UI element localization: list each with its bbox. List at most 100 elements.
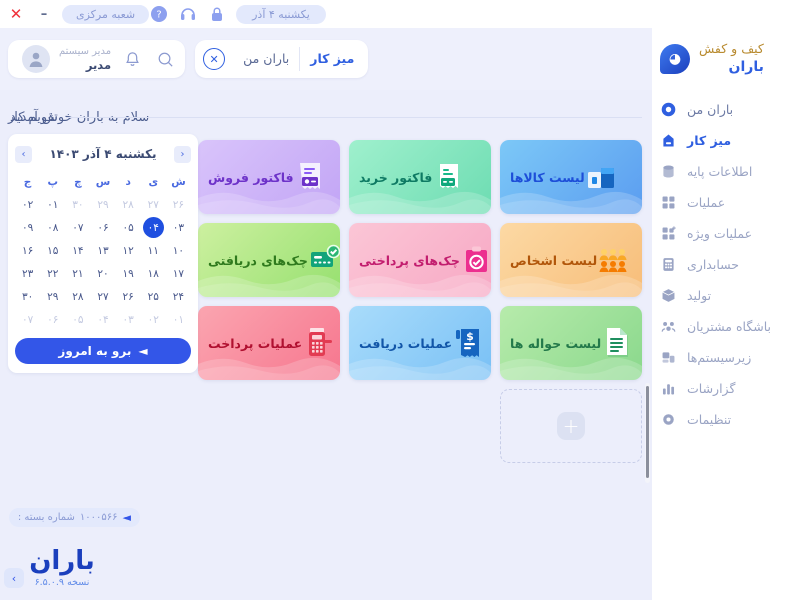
sidebar-item-3[interactable]: اطلاعات پایه — [652, 156, 800, 187]
dashboard-tile-4[interactable]: لیست اشخاص — [500, 223, 642, 297]
tile-label: لیست حواله ها — [510, 335, 602, 351]
calendar-day[interactable]: ۲۸ — [116, 194, 141, 215]
sidebar-item-8[interactable]: باشگاه مشتریان — [652, 311, 800, 342]
calendar-day[interactable]: ۰۳ — [116, 309, 141, 330]
calendar-day[interactable]: ۱۴ — [65, 240, 90, 261]
pos-icon — [302, 326, 336, 360]
svg-text:$: $ — [466, 330, 474, 343]
calendar-day[interactable]: ۲۲ — [40, 263, 65, 284]
calendar-day[interactable]: ۲۵ — [141, 286, 166, 307]
baran-drop-icon: ◕ — [660, 44, 690, 74]
scrollbar-thumb[interactable] — [646, 386, 649, 478]
calendar-day[interactable]: ۰۱ — [166, 309, 191, 330]
calendar-day[interactable]: ۱۰ — [166, 240, 191, 261]
sidebar-item-10[interactable]: گزارشات — [652, 373, 800, 404]
dashboard-tile-2[interactable]: فاکتور خرید — [349, 140, 491, 214]
sidebar-item-5[interactable]: عملیات ویژه — [652, 218, 800, 249]
add-tile-button[interactable]: + — [500, 389, 642, 463]
tab-close-button[interactable]: ✕ — [203, 48, 226, 70]
chevron-right-icon[interactable]: › — [4, 568, 24, 588]
calendar-prev-button[interactable]: ‹ — [174, 145, 191, 163]
calendar-day[interactable]: ۱۳ — [90, 240, 115, 261]
calendar-day[interactable]: ۰۲ — [141, 309, 166, 330]
calendar-day[interactable]: ۳۰ — [15, 286, 40, 307]
topbar: مدیر سیستم مدیر ✕ باران من میز کار — [0, 28, 652, 90]
calendar-divider — [65, 116, 198, 118]
sidebar-item-1[interactable]: باران من — [652, 94, 800, 125]
calendar-day[interactable]: ۰۵ — [65, 309, 90, 330]
calendar-day[interactable]: ۲۷ — [90, 286, 115, 307]
sidebar-item-2[interactable]: میز کار — [652, 125, 800, 156]
calendar-day[interactable]: ۰۹ — [15, 217, 40, 238]
sidebar-item-6[interactable]: حسابداری — [652, 249, 800, 280]
dashboard-tile-7[interactable]: لیست حواله ها — [500, 306, 642, 380]
calendar-day[interactable]: ۰۱ — [40, 194, 65, 215]
calendar-day[interactable]: ۱۸ — [141, 263, 166, 284]
calendar-day[interactable]: ۱۲ — [116, 240, 141, 261]
calendar-dow-1: ش — [171, 175, 186, 188]
calendar-day[interactable]: ۰۶ — [90, 217, 115, 238]
calendar-day[interactable]: ۳۰ — [65, 194, 90, 215]
calendar-day[interactable]: ۲۳ — [15, 263, 40, 284]
calendar-next-button[interactable]: › — [15, 145, 32, 163]
dashboard-tile-1[interactable]: لیست کالاها — [500, 140, 642, 214]
user-box[interactable]: مدیر سیستم مدیر — [8, 40, 186, 78]
calendar-day[interactable]: ۱۶ — [15, 240, 40, 261]
sidebar-item-label: عملیات ویژه — [687, 226, 753, 241]
brand-subtitle: کیف و کفش — [699, 41, 764, 57]
tab-miz-kar[interactable]: میز کار — [299, 47, 364, 71]
tile-label: چک‌های پرداختی — [359, 252, 460, 268]
titlebar-left-group: ? یکشنبه ۴ آذر — [149, 4, 326, 24]
sidebar-item-label: تنظیمات — [687, 412, 732, 427]
calendar-day[interactable]: ۰۶ — [40, 309, 65, 330]
sidebar-item-9[interactable]: زیرسیستم‌ها — [652, 342, 800, 373]
branch-pill[interactable]: شعبه مرکزی — [62, 4, 150, 24]
calendar-day[interactable]: ۲۰ — [90, 263, 115, 284]
tab-bar: ✕ باران من میز کار — [195, 40, 369, 78]
calendar-day[interactable]: ۱۵ — [40, 240, 65, 261]
calendar-day[interactable]: ۰۴ — [90, 309, 115, 330]
dashboard-tile-5[interactable]: چک‌های پرداختی — [349, 223, 491, 297]
calendar-day[interactable]: ۲۱ — [65, 263, 90, 284]
headset-icon[interactable] — [178, 5, 197, 24]
calendar-day[interactable]: ۲۷ — [141, 194, 166, 215]
calendar-day[interactable]: ۲۶ — [166, 194, 191, 215]
calendar-day[interactable]: ۰۲ — [15, 194, 40, 215]
dashboard-tile-8[interactable]: عملیات دریافت $ — [349, 306, 491, 380]
calendar-day[interactable]: ۲۸ — [65, 286, 90, 307]
calendar-day[interactable]: ۲۴ — [166, 286, 191, 307]
dashboard-tile-3[interactable]: فاکتور فروش — [198, 140, 340, 214]
boxes-icon — [585, 160, 619, 194]
bell-icon[interactable] — [120, 47, 144, 71]
calendar-day[interactable]: ۰۸ — [40, 217, 65, 238]
content-scrollbar[interactable] — [645, 383, 650, 483]
calendar-day[interactable]: ۰۳ — [166, 217, 191, 238]
footer-logo-text: باران — [29, 546, 95, 576]
window-minimize-button[interactable]: – — [34, 4, 54, 24]
calendar-day[interactable]: ۲۹ — [40, 286, 65, 307]
sidebar-item-11[interactable]: تنظیمات — [652, 404, 800, 435]
calendar-day[interactable]: ۱۷ — [166, 263, 191, 284]
calendar-day[interactable]: ۱۹ — [116, 263, 141, 284]
calendar-day[interactable]: ۰۷ — [15, 309, 40, 330]
help-icon[interactable]: ? — [149, 5, 168, 24]
dashboard-tile-9[interactable]: عملیات پرداخت — [198, 306, 340, 380]
calendar-day-selected[interactable]: ۰۴ — [141, 217, 166, 238]
calendar-day[interactable]: ۰۷ — [65, 217, 90, 238]
calendar-day[interactable]: ۲۹ — [90, 194, 115, 215]
window-close-button[interactable]: ✕ — [6, 4, 26, 24]
go-to-today-button[interactable]: ◄ برو به امروز — [15, 338, 191, 364]
sidebar-item-4[interactable]: عملیات — [652, 187, 800, 218]
sidebar-item-7[interactable]: تولید — [652, 280, 800, 311]
calendar-day[interactable]: ۲۶ — [116, 286, 141, 307]
date-pill[interactable]: یکشنبه ۴ آذر — [236, 4, 326, 24]
lock-icon[interactable] — [207, 5, 226, 24]
sidebar-item-label: حسابداری — [687, 257, 740, 272]
search-icon[interactable] — [153, 47, 177, 71]
calendar-day[interactable]: ۰۵ — [116, 217, 141, 238]
tile-wave-decoration — [349, 191, 491, 214]
calendar-day[interactable]: ۱۱ — [141, 240, 166, 261]
tab-baran-man[interactable]: باران من — [233, 47, 299, 71]
baran-drop-icon — [660, 101, 677, 118]
dashboard-tile-6[interactable]: چک‌های دریافتی — [198, 223, 340, 297]
